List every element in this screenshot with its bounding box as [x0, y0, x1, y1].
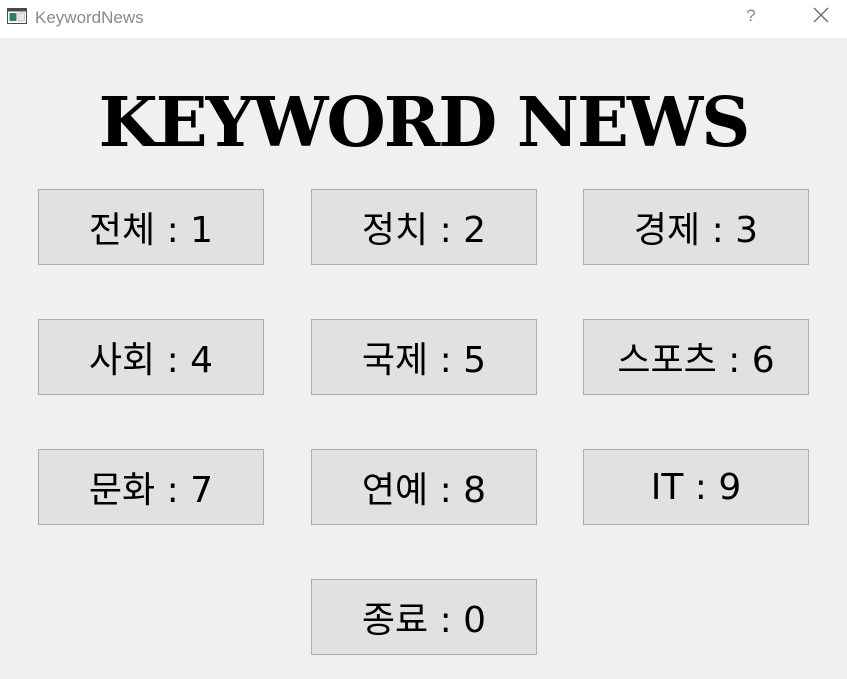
category-button-all[interactable]: 전체 : 1 [38, 189, 264, 265]
category-button-entertainment[interactable]: 연예 : 8 [311, 449, 537, 525]
page-title: KEYWORD NEWS [98, 83, 751, 163]
keyword-news-window: KeywordNews ? KEYWORD NEWS 전체 : 1 정치 : 2… [0, 0, 847, 679]
category-button-economy[interactable]: 경제 : 3 [583, 189, 809, 265]
category-button-society[interactable]: 사회 : 4 [38, 319, 264, 395]
window-title: KeywordNews [35, 8, 144, 27]
close-button[interactable] [806, 2, 836, 30]
title-bar[interactable]: KeywordNews ? [0, 0, 847, 38]
window-app-icon [7, 8, 27, 24]
close-icon [813, 7, 829, 23]
category-button-politics[interactable]: 정치 : 2 [311, 189, 537, 265]
category-button-culture[interactable]: 문화 : 7 [38, 449, 264, 525]
exit-button[interactable]: 종료 : 0 [311, 579, 537, 655]
category-button-international[interactable]: 국제 : 5 [311, 319, 537, 395]
category-button-sports[interactable]: 스포츠 : 6 [583, 319, 809, 395]
help-button[interactable]: ? [740, 4, 762, 28]
category-button-it[interactable]: IT : 9 [583, 449, 809, 525]
